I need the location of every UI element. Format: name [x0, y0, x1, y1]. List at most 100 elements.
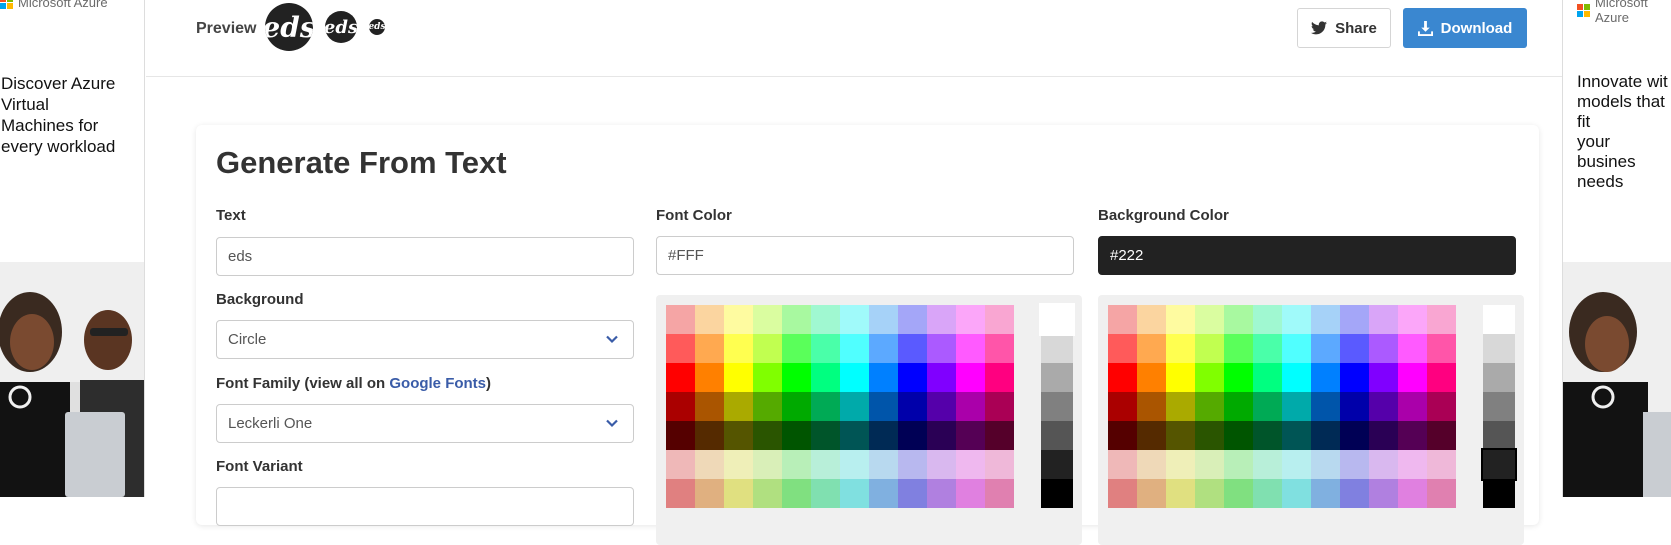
color-swatch[interactable] — [695, 392, 724, 421]
color-swatch[interactable] — [1253, 392, 1282, 421]
color-swatch[interactable] — [1224, 334, 1253, 363]
gray-swatch[interactable] — [1483, 334, 1515, 363]
color-swatch[interactable] — [985, 421, 1014, 450]
color-swatch[interactable] — [956, 479, 985, 508]
color-swatch[interactable] — [1224, 421, 1253, 450]
color-swatch[interactable] — [985, 479, 1014, 508]
color-swatch[interactable] — [1369, 421, 1398, 450]
color-swatch[interactable] — [1311, 363, 1340, 392]
color-swatch[interactable] — [840, 363, 869, 392]
background-color-picker[interactable] — [1098, 295, 1524, 545]
color-swatch[interactable] — [666, 450, 695, 479]
color-swatch[interactable] — [1340, 334, 1369, 363]
color-swatch[interactable] — [927, 334, 956, 363]
color-swatch[interactable] — [1195, 421, 1224, 450]
background-select[interactable]: Circle — [216, 320, 634, 359]
color-swatch[interactable] — [956, 392, 985, 421]
color-swatch[interactable] — [1398, 421, 1427, 450]
color-swatch[interactable] — [956, 421, 985, 450]
color-swatch[interactable] — [1195, 305, 1224, 334]
color-swatch[interactable] — [1282, 392, 1311, 421]
color-swatch[interactable] — [695, 305, 724, 334]
color-swatch[interactable] — [927, 392, 956, 421]
color-swatch[interactable] — [753, 450, 782, 479]
color-swatch[interactable] — [1311, 334, 1340, 363]
color-swatch[interactable] — [927, 305, 956, 334]
gray-swatch[interactable] — [1041, 334, 1073, 363]
color-swatch[interactable] — [1253, 450, 1282, 479]
color-swatch[interactable] — [1166, 450, 1195, 479]
color-swatch[interactable] — [1224, 363, 1253, 392]
background-color-input[interactable]: #222 — [1098, 236, 1516, 275]
color-swatch[interactable] — [1224, 392, 1253, 421]
color-swatch[interactable] — [1166, 421, 1195, 450]
font-color-gray-column[interactable] — [1039, 303, 1075, 508]
color-swatch[interactable] — [753, 363, 782, 392]
color-swatch[interactable] — [1253, 305, 1282, 334]
color-swatch[interactable] — [782, 305, 811, 334]
color-swatch[interactable] — [1108, 479, 1137, 508]
color-swatch[interactable] — [1282, 421, 1311, 450]
color-swatch[interactable] — [695, 363, 724, 392]
color-swatch[interactable] — [840, 479, 869, 508]
color-swatch[interactable] — [666, 421, 695, 450]
color-swatch[interactable] — [898, 334, 927, 363]
color-swatch[interactable] — [811, 479, 840, 508]
color-swatch[interactable] — [1108, 421, 1137, 450]
color-swatch[interactable] — [985, 305, 1014, 334]
color-swatch[interactable] — [1427, 334, 1456, 363]
color-swatch[interactable] — [1195, 334, 1224, 363]
color-swatch[interactable] — [1398, 334, 1427, 363]
color-swatch[interactable] — [666, 479, 695, 508]
color-swatch[interactable] — [1195, 392, 1224, 421]
color-swatch[interactable] — [724, 479, 753, 508]
color-swatch[interactable] — [811, 334, 840, 363]
color-swatch[interactable] — [724, 305, 753, 334]
color-swatch[interactable] — [840, 421, 869, 450]
color-swatch[interactable] — [1253, 334, 1282, 363]
color-swatch[interactable] — [927, 363, 956, 392]
color-swatch[interactable] — [1137, 479, 1166, 508]
color-swatch[interactable] — [666, 305, 695, 334]
color-swatch[interactable] — [1166, 363, 1195, 392]
color-swatch[interactable] — [1398, 392, 1427, 421]
color-swatch[interactable] — [782, 450, 811, 479]
color-swatch[interactable] — [1224, 305, 1253, 334]
color-swatch[interactable] — [985, 392, 1014, 421]
color-swatch[interactable] — [1166, 479, 1195, 508]
color-swatch[interactable] — [1224, 450, 1253, 479]
color-swatch[interactable] — [1398, 363, 1427, 392]
color-swatch[interactable] — [927, 450, 956, 479]
color-swatch[interactable] — [1137, 450, 1166, 479]
color-swatch[interactable] — [956, 305, 985, 334]
color-swatch[interactable] — [1108, 363, 1137, 392]
color-swatch[interactable] — [956, 450, 985, 479]
color-swatch[interactable] — [1398, 479, 1427, 508]
color-swatch[interactable] — [869, 450, 898, 479]
color-swatch[interactable] — [1108, 305, 1137, 334]
color-swatch[interactable] — [869, 479, 898, 508]
color-swatch[interactable] — [1427, 305, 1456, 334]
color-swatch[interactable] — [985, 363, 1014, 392]
color-swatch[interactable] — [1166, 305, 1195, 334]
color-swatch[interactable] — [695, 450, 724, 479]
font-color-picker[interactable] — [656, 295, 1082, 545]
color-swatch[interactable] — [1108, 450, 1137, 479]
color-swatch[interactable] — [1137, 305, 1166, 334]
google-fonts-link[interactable]: Google Fonts — [389, 375, 486, 392]
color-swatch[interactable] — [1282, 334, 1311, 363]
color-swatch[interactable] — [1340, 392, 1369, 421]
background-color-gray-column[interactable] — [1481, 305, 1517, 508]
color-swatch[interactable] — [666, 392, 695, 421]
font-color-swatch-grid[interactable] — [666, 305, 1014, 508]
color-swatch[interactable] — [1427, 479, 1456, 508]
color-swatch[interactable] — [811, 363, 840, 392]
color-swatch[interactable] — [1398, 305, 1427, 334]
color-swatch[interactable] — [782, 479, 811, 508]
color-swatch[interactable] — [811, 392, 840, 421]
color-swatch[interactable] — [724, 450, 753, 479]
color-swatch[interactable] — [1108, 392, 1137, 421]
color-swatch[interactable] — [1311, 305, 1340, 334]
color-swatch[interactable] — [1427, 392, 1456, 421]
color-swatch[interactable] — [695, 421, 724, 450]
